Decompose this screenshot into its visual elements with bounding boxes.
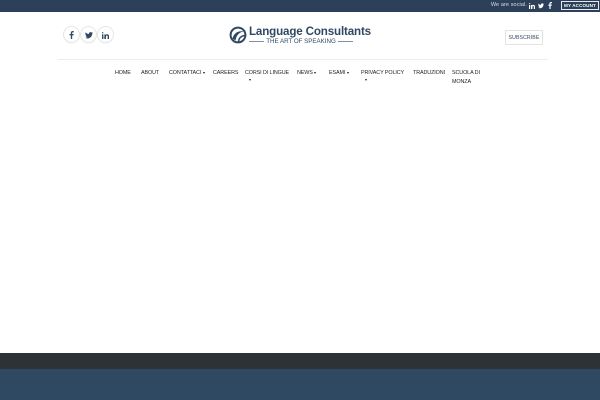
nav-label: CONTATTACI xyxy=(169,70,202,76)
chevron-down-icon xyxy=(202,71,205,74)
chevron-down-icon xyxy=(249,79,251,81)
nav-item-careers[interactable]: CAREERS xyxy=(213,69,238,78)
chevron-down-icon xyxy=(314,71,317,74)
chevron-down-icon xyxy=(346,71,349,74)
nav-item-traduzioni[interactable]: TRADUZIONI xyxy=(413,69,445,78)
tagline-rule-left xyxy=(249,41,265,42)
nav-item-news[interactable]: NEWS xyxy=(297,69,317,78)
nav-label: CAREERS xyxy=(213,70,239,76)
nav-item-home[interactable]: HOME xyxy=(115,69,131,78)
main-content xyxy=(0,92,600,353)
twitter-icon[interactable] xyxy=(538,1,544,10)
nav-item-about[interactable]: ABOUT xyxy=(141,69,159,78)
nav-item-corsi-di-lingue[interactable]: CORSI DI LINGUE xyxy=(245,69,289,81)
logo-title: Language Consultants xyxy=(249,25,371,38)
logo-tagline: THE ART OF SPEAKING xyxy=(249,38,354,45)
nav-label: SCUOLA DI xyxy=(452,70,480,76)
nav-label: PRIVACY POLICY xyxy=(361,70,405,76)
top-social-icons xyxy=(529,1,553,10)
nav-item-contattaci[interactable]: CONTATTACI xyxy=(169,69,205,78)
header-social-icons xyxy=(64,27,113,42)
nav-item-esami[interactable]: ESAMI xyxy=(329,69,349,78)
social-text: We are social. xyxy=(490,2,527,8)
nav-label: HOME xyxy=(115,70,131,76)
tagline-rule-right xyxy=(337,41,354,42)
facebook-icon xyxy=(69,26,74,44)
linkedin-button[interactable] xyxy=(98,27,113,42)
my-account-button[interactable]: MY ACCOUNT xyxy=(561,1,599,10)
linkedin-icon xyxy=(102,26,109,44)
header-divider xyxy=(58,59,548,60)
footer-top-band xyxy=(0,353,600,369)
nav-item-scuola-di-monza[interactable]: SCUOLA DI MONZA xyxy=(452,69,480,87)
nav-label: ESAMI xyxy=(329,70,346,76)
nav-label: ABOUT xyxy=(141,70,160,76)
nav-label-line2: MONZA xyxy=(452,79,471,85)
twitter-icon xyxy=(84,26,93,44)
nav-label: CORSI DI LINGUE xyxy=(245,70,290,76)
site-logo[interactable]: Language Consultants THE ART OF SPEAKING xyxy=(229,25,371,46)
nav-label: TRADUZIONI xyxy=(413,70,445,76)
facebook-icon[interactable] xyxy=(547,1,553,10)
logo-mark-icon xyxy=(229,26,247,44)
chevron-down-icon xyxy=(365,79,367,81)
facebook-button[interactable] xyxy=(64,27,79,42)
tagline-text: THE ART OF SPEAKING xyxy=(266,38,336,45)
top-bar: We are social. MY ACCOUNT xyxy=(0,0,600,12)
twitter-button[interactable] xyxy=(81,27,96,42)
linkedin-icon[interactable] xyxy=(529,1,535,10)
subscribe-button[interactable]: SUBSCRIBE xyxy=(505,30,543,45)
nav-item-privacy-policy[interactable]: PRIVACY POLICY xyxy=(361,69,404,81)
footer-main xyxy=(0,369,600,400)
nav-label: NEWS xyxy=(297,70,313,76)
